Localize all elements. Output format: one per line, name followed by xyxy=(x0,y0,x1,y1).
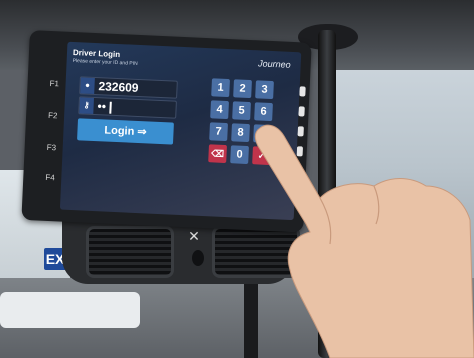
left-air-vent xyxy=(86,226,174,278)
key-4[interactable]: 4 xyxy=(210,100,229,120)
bus-cab-scene: EXI ✕ F1 F2 F3 F4 Driver Login Please en… xyxy=(0,0,474,358)
side-button-1[interactable] xyxy=(299,86,306,97)
hand-shape xyxy=(254,124,474,358)
key-0[interactable]: 0 xyxy=(230,145,249,165)
f2-key[interactable]: F2 xyxy=(48,111,58,120)
parked-bus xyxy=(0,292,140,328)
text-caret xyxy=(109,101,112,114)
key-6[interactable]: 6 xyxy=(254,102,273,122)
key-icon: ⚷ xyxy=(79,97,94,114)
fan-icon: ✕ xyxy=(188,228,200,244)
key-8[interactable]: 8 xyxy=(231,123,250,143)
vent-dial[interactable] xyxy=(192,250,204,266)
key-1[interactable]: 1 xyxy=(211,78,230,98)
login-button[interactable]: Login ⇒ xyxy=(77,118,174,145)
driver-id-field[interactable]: ● 232609 xyxy=(79,76,178,99)
key-2[interactable]: 2 xyxy=(233,79,252,99)
key-7[interactable]: 7 xyxy=(209,122,228,142)
driver-id-value: 232609 xyxy=(98,79,139,95)
screen-subtitle: Please enter your ID and PIN xyxy=(72,57,138,67)
f3-key[interactable]: F3 xyxy=(46,143,56,152)
side-button-2[interactable] xyxy=(298,106,305,117)
pointing-hand xyxy=(254,124,474,358)
brand-logo: Journeo xyxy=(257,58,291,70)
pin-field[interactable]: ⚷ •• xyxy=(78,96,177,119)
key-3[interactable]: 3 xyxy=(255,80,274,100)
key-backspace[interactable]: ⌫ xyxy=(208,144,227,164)
key-5[interactable]: 5 xyxy=(232,101,251,121)
pin-mask: •• xyxy=(97,99,107,114)
user-icon: ● xyxy=(80,77,95,94)
f1-key[interactable]: F1 xyxy=(49,79,59,88)
f4-key[interactable]: F4 xyxy=(45,173,55,182)
